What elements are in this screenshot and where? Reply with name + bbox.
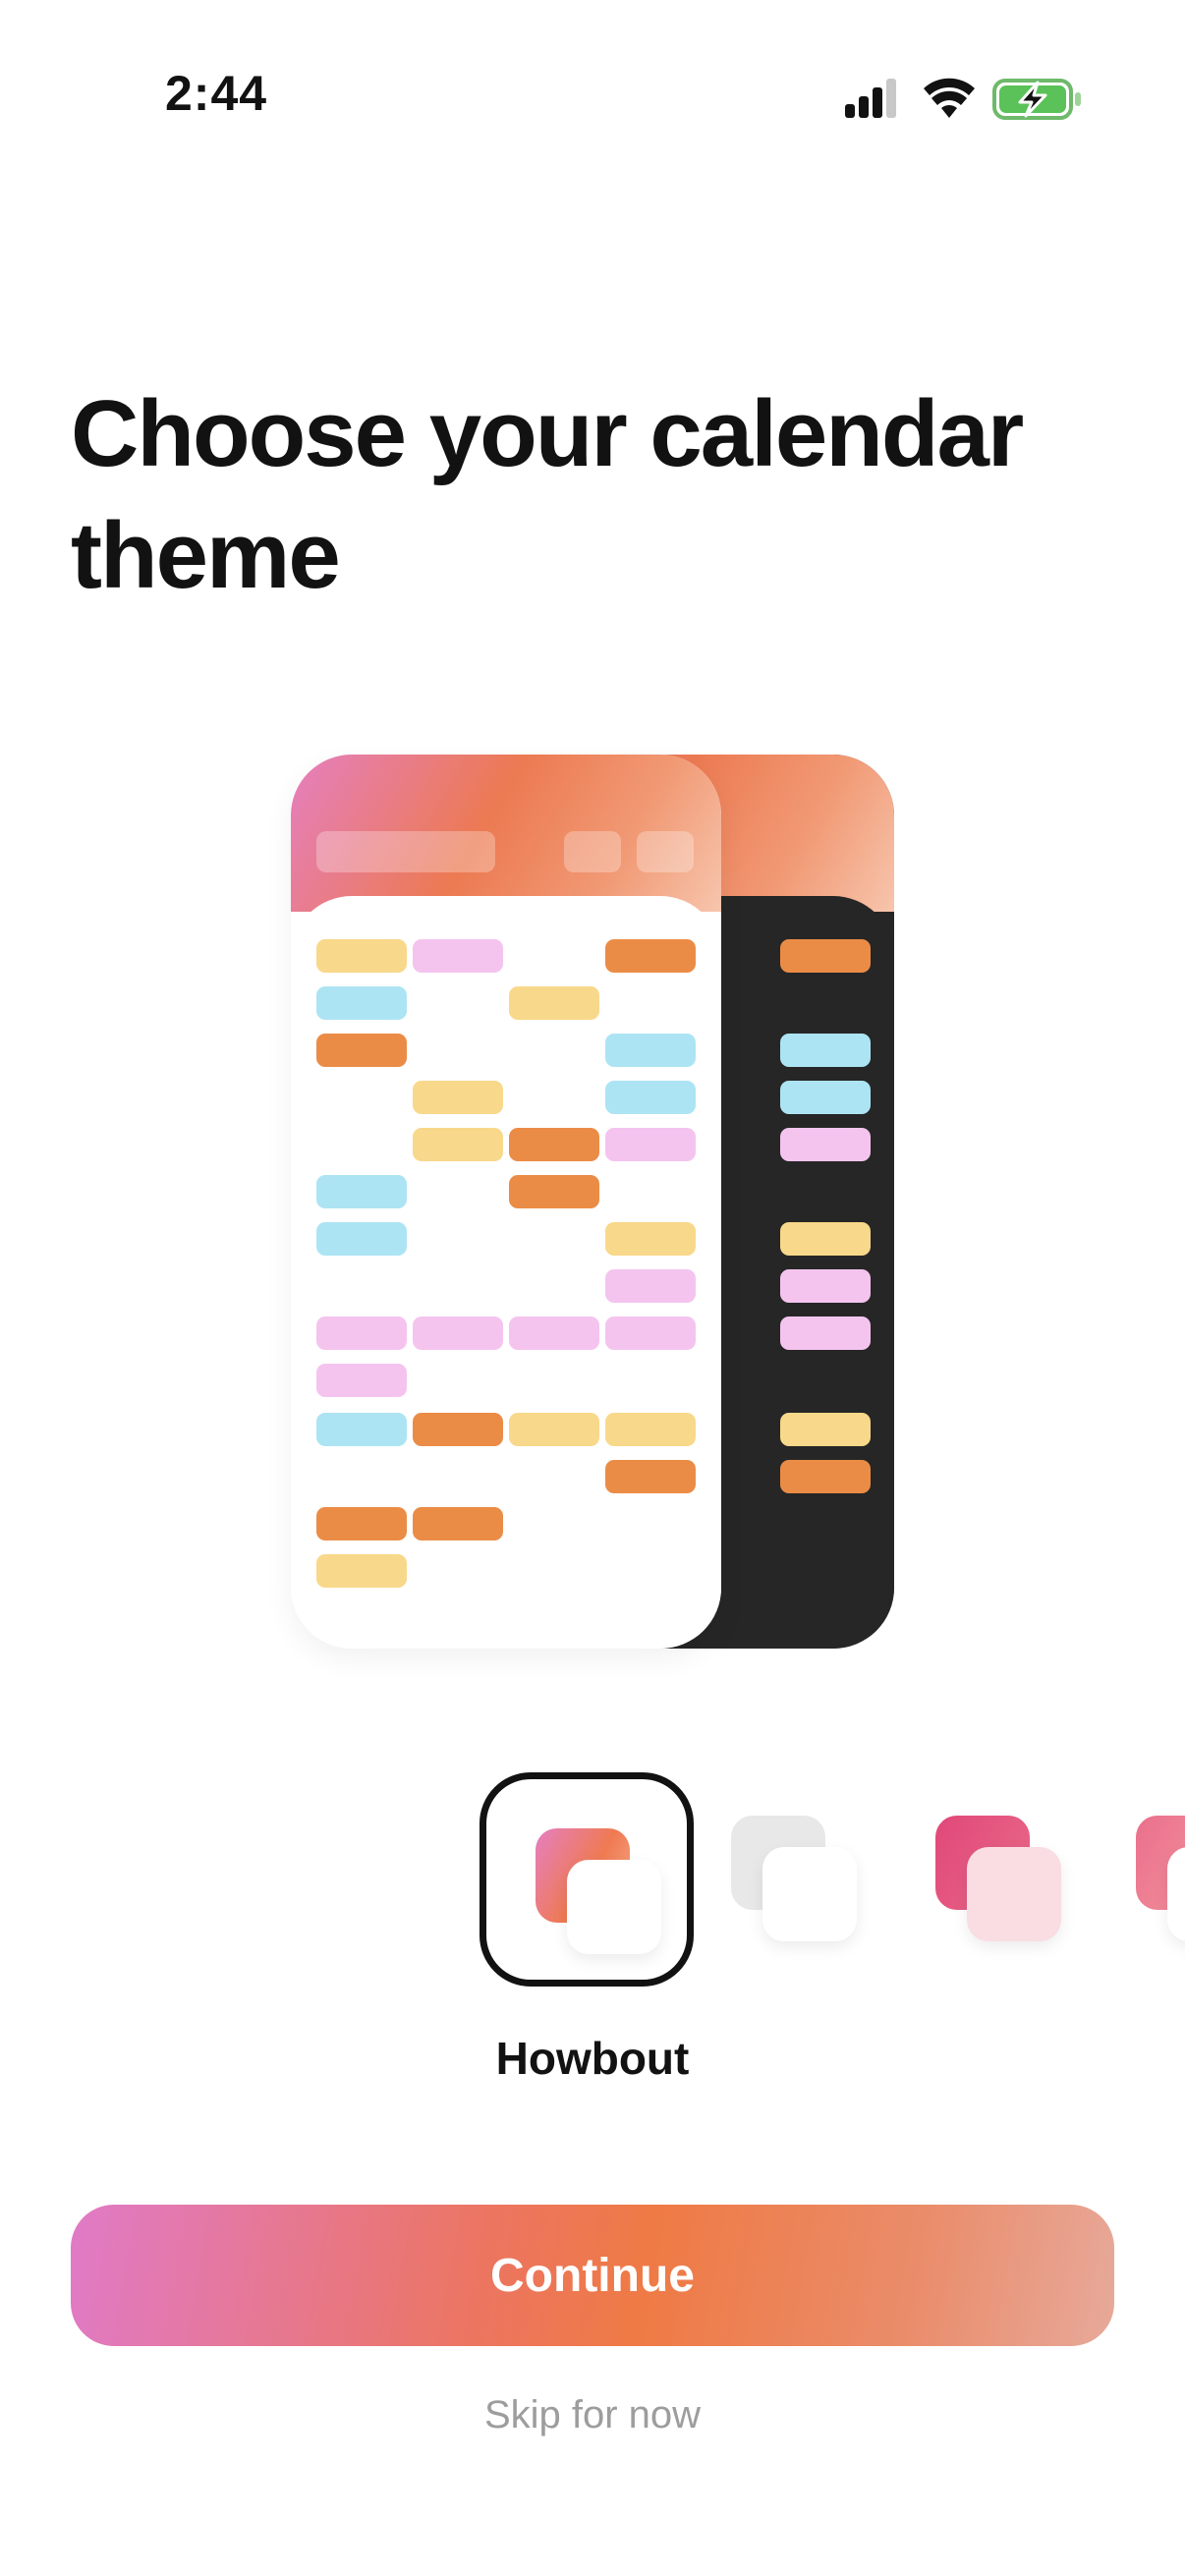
status-icons-svg (845, 78, 1081, 120)
event-block (509, 986, 599, 1020)
preview-card-light (291, 755, 721, 1649)
event-block (780, 1413, 871, 1446)
event-block (316, 1034, 407, 1067)
event-block (413, 1507, 503, 1540)
event-block (509, 1128, 599, 1161)
event-block (316, 1175, 407, 1208)
event-block (413, 1316, 503, 1350)
event-block (605, 1460, 696, 1493)
event-block (413, 1081, 503, 1114)
event-block (605, 1128, 696, 1161)
event-block (780, 1460, 871, 1493)
event-block (605, 939, 696, 973)
selected-theme-label: Howbout (495, 2033, 690, 2084)
wifi-icon (924, 78, 975, 118)
event-block (316, 939, 407, 973)
event-block (780, 939, 871, 973)
event-block (780, 1128, 871, 1161)
theme-swatch-front (567, 1860, 661, 1954)
theme-option-howbout[interactable] (480, 1772, 694, 1987)
status-icons (845, 73, 1081, 124)
preview-card-light-header (291, 755, 721, 912)
header-pill (316, 831, 495, 872)
event-block (780, 1222, 871, 1256)
theme-swatch-front (967, 1847, 1061, 1941)
continue-button[interactable]: Continue (71, 2205, 1114, 2346)
theme-swatch-front (1167, 1847, 1185, 1941)
theme-option-rose[interactable] (1093, 1772, 1185, 1987)
event-block (316, 1364, 407, 1397)
event-block (316, 1554, 407, 1588)
header-pill (637, 831, 694, 872)
event-block (605, 1316, 696, 1350)
event-block (316, 1413, 407, 1446)
event-block (413, 1128, 503, 1161)
skip-for-now-link[interactable]: Skip for now (0, 2393, 1185, 2437)
event-block (316, 1222, 407, 1256)
event-block (605, 1413, 696, 1446)
event-block (316, 1507, 407, 1540)
status-time: 2:44 (165, 66, 268, 121)
cellular-signal-icon (845, 79, 896, 118)
event-block (509, 1316, 599, 1350)
theme-option-light[interactable] (688, 1772, 902, 1987)
theme-option-pink[interactable] (892, 1772, 1106, 1987)
event-block (780, 1034, 871, 1067)
page-title: Choose your calendar theme (71, 381, 1024, 608)
event-block (780, 1269, 871, 1303)
event-block (605, 1034, 696, 1067)
header-pill (564, 831, 621, 872)
event-block (316, 1316, 407, 1350)
event-block (316, 986, 407, 1020)
event-block (413, 1413, 503, 1446)
event-block (605, 1081, 696, 1114)
event-block (780, 1081, 871, 1114)
battery-charging-icon (992, 79, 1081, 120)
event-block (780, 1316, 871, 1350)
theme-swatch-front (762, 1847, 857, 1941)
event-block (509, 1413, 599, 1446)
event-block (413, 939, 503, 973)
event-block (605, 1222, 696, 1256)
event-block (509, 1175, 599, 1208)
event-block (605, 1269, 696, 1303)
